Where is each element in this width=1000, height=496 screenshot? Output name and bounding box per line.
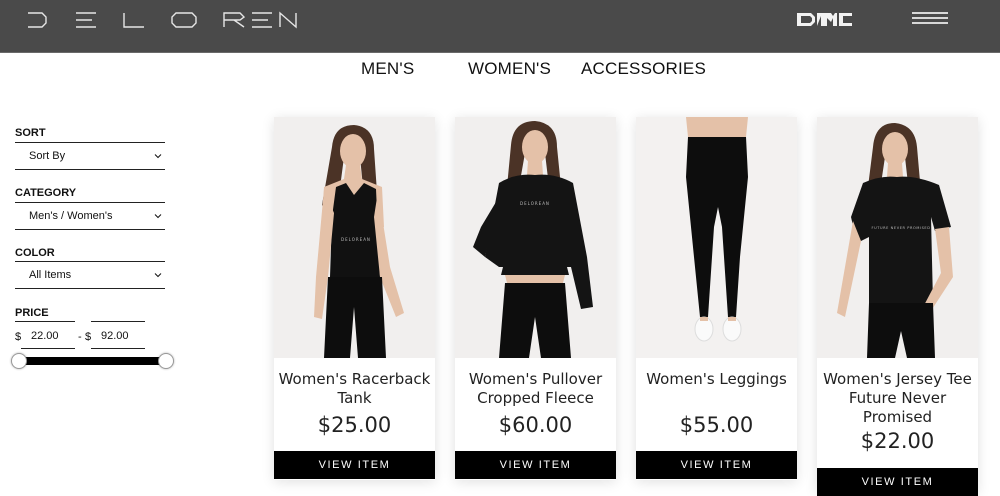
category-label: CATEGORY <box>15 187 77 199</box>
nav-womens[interactable]: WOMEN'S <box>468 59 551 79</box>
delorean-logo[interactable] <box>26 10 298 30</box>
category-select-value: Men's / Women's <box>29 210 113 222</box>
product-image[interactable] <box>636 117 797 358</box>
nav-accessories[interactable]: ACCESSORIES <box>581 59 706 79</box>
svg-text:DELOREAN: DELOREAN <box>341 237 371 242</box>
product-price: $22.00 <box>860 429 935 453</box>
product-image[interactable]: DELOREAN <box>274 117 435 358</box>
price-slider-max-handle[interactable] <box>158 353 174 369</box>
product-price: $25.00 <box>317 413 392 437</box>
product-name[interactable]: Women's Racerback Tank <box>274 370 435 408</box>
view-item-button[interactable]: VIEW ITEM <box>274 451 435 479</box>
view-item-button[interactable]: VIEW ITEM <box>636 451 797 479</box>
divider <box>15 169 165 170</box>
product-card: Women's Leggings $55.00 VIEW ITEM <box>636 117 797 480</box>
sort-select[interactable]: Sort By <box>15 143 165 169</box>
color-label: COLOR <box>15 247 55 259</box>
product-image[interactable]: FUTURE NEVER PROMISED <box>817 117 978 358</box>
currency-symbol: $ <box>15 331 22 343</box>
chevron-down-icon <box>154 154 162 159</box>
product-name[interactable]: Women's Jersey Tee Future Never Promised <box>817 370 978 427</box>
currency-symbol: $ <box>85 331 92 343</box>
category-select[interactable]: Men's / Women's <box>15 203 165 229</box>
site-header <box>0 0 1000 53</box>
price-min-underline <box>21 348 75 349</box>
divider <box>15 229 165 230</box>
price-slider-min-handle[interactable] <box>11 353 27 369</box>
product-card: DELOREAN Women's Racerback Tank $25.00 V… <box>274 117 435 480</box>
color-select[interactable]: All Items <box>15 262 165 288</box>
divider <box>15 288 165 289</box>
sort-label: SORT <box>15 127 46 139</box>
product-name[interactable]: Women's Leggings <box>636 370 797 389</box>
dmc-logo[interactable] <box>797 13 852 26</box>
model-in-fleece-image: DELOREAN <box>455 117 616 358</box>
price-label: PRICE <box>15 307 49 319</box>
price-max-input[interactable]: 92.00 <box>101 330 145 342</box>
nav-mens[interactable]: MEN'S <box>361 59 414 79</box>
divider <box>91 321 145 322</box>
divider <box>15 321 75 322</box>
sort-select-value: Sort By <box>29 150 66 162</box>
svg-text:FUTURE NEVER PROMISED: FUTURE NEVER PROMISED <box>871 226 930 230</box>
product-card: FUTURE NEVER PROMISED Women's Jersey Tee… <box>817 117 978 496</box>
price-slider-track[interactable] <box>20 357 167 365</box>
chevron-down-icon <box>154 214 162 219</box>
product-price: $60.00 <box>498 413 573 437</box>
product-price: $55.00 <box>679 413 754 437</box>
model-in-tee-image: FUTURE NEVER PROMISED <box>817 117 978 358</box>
svg-text:DELOREAN: DELOREAN <box>520 201 550 206</box>
price-min-input[interactable]: 22.00 <box>31 330 75 342</box>
leggings-image <box>636 117 797 358</box>
model-in-tank-image: DELOREAN <box>274 117 435 358</box>
price-separator: - <box>78 331 82 343</box>
color-select-value: All Items <box>29 269 72 281</box>
product-card: DELOREAN Women's Pullover Cropped Fleece… <box>455 117 616 480</box>
price-max-underline <box>91 348 145 349</box>
chevron-down-icon <box>154 273 162 278</box>
hamburger-icon[interactable] <box>912 12 948 26</box>
product-name[interactable]: Women's Pullover Cropped Fleece <box>455 370 616 408</box>
view-item-button[interactable]: VIEW ITEM <box>455 451 616 479</box>
product-image[interactable]: DELOREAN <box>455 117 616 358</box>
